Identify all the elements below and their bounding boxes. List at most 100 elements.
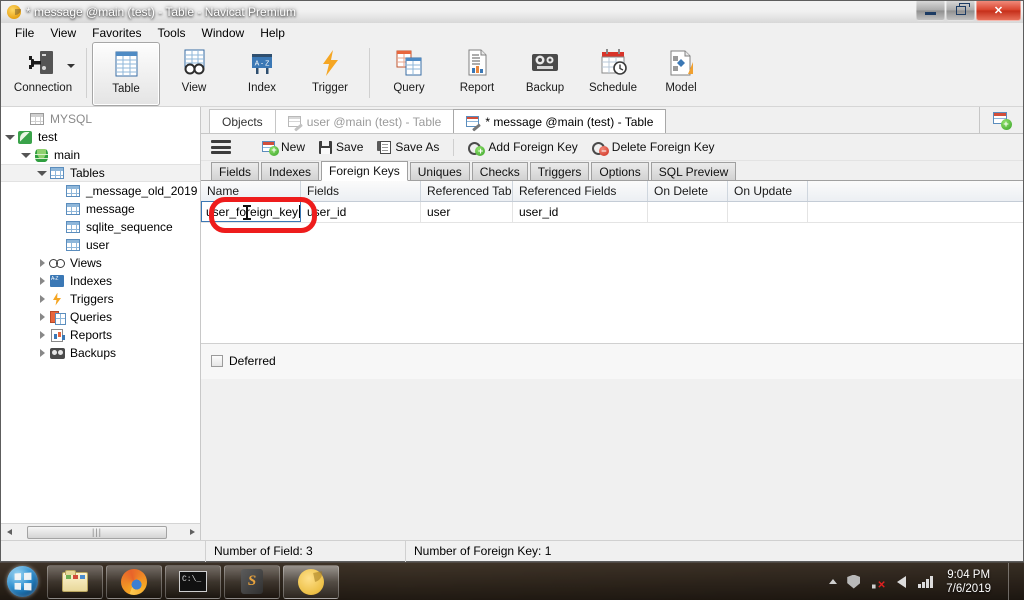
delete-foreign-key-button[interactable]: − Delete Foreign Key	[585, 138, 722, 156]
sidebar-horizontal-scrollbar[interactable]: |||	[1, 523, 200, 540]
minimize-icon	[925, 12, 936, 15]
taskbar-navicat[interactable]	[283, 564, 339, 599]
referenced-table-cell[interactable]: user	[421, 202, 513, 222]
security-shield-icon[interactable]	[846, 574, 861, 589]
toolbar-divider	[453, 138, 455, 156]
menu-favorites[interactable]: Favorites	[84, 24, 149, 42]
volume-icon[interactable]	[894, 574, 909, 589]
menu-file[interactable]: File	[7, 24, 42, 42]
tab-foreign-keys[interactable]: Foreign Keys	[321, 161, 408, 181]
column-header-name[interactable]: Name	[201, 181, 301, 201]
save-button[interactable]: Save	[312, 138, 370, 156]
sidebar-item-reports[interactable]: Reports	[1, 326, 200, 344]
menu-help[interactable]: Help	[252, 24, 293, 42]
tab-options[interactable]: Options	[591, 162, 649, 181]
sidebar-item-message-old-2019[interactable]: _message_old_2019	[1, 182, 200, 200]
tab-sql-preview[interactable]: SQL Preview	[650, 162, 737, 181]
scrollbar-track[interactable]: |||	[17, 524, 184, 540]
network-disconnected-icon[interactable]	[870, 574, 885, 591]
twisty-open[interactable]	[3, 134, 17, 140]
twisty-closed[interactable]	[35, 331, 49, 339]
toolbar-model[interactable]: Model	[647, 42, 715, 106]
tab-triggers[interactable]: Triggers	[529, 162, 590, 181]
toolbar-backup[interactable]: Backup	[511, 42, 579, 106]
menu-view[interactable]: View	[42, 24, 84, 42]
show-desktop-button[interactable]	[1008, 562, 1018, 600]
chevron-down-icon[interactable]	[67, 64, 75, 68]
column-header-referenced-table[interactable]: Referenced Tabl	[421, 181, 513, 201]
sidebar-item-views[interactable]: Views	[1, 254, 200, 272]
toolbar-view[interactable]: View	[160, 42, 228, 106]
twisty-closed[interactable]	[35, 277, 49, 285]
twisty-open[interactable]	[35, 170, 49, 176]
restore-button[interactable]	[946, 1, 975, 21]
close-button[interactable]: ✕	[976, 1, 1021, 21]
signal-icon[interactable]	[918, 574, 933, 589]
sidebar-item-user[interactable]: user	[1, 236, 200, 254]
tab-fields[interactable]: Fields	[211, 162, 260, 181]
show-hidden-icons[interactable]	[829, 579, 838, 584]
add-foreign-key-icon: +	[468, 141, 486, 156]
sidebar-item-test[interactable]: test	[1, 128, 200, 146]
deferred-checkbox[interactable]	[211, 355, 223, 367]
screen: * message @main (test) - Table - Navicat…	[0, 0, 1024, 600]
tab-uniques[interactable]: Uniques	[409, 162, 470, 181]
column-header-on-delete[interactable]: On Delete	[648, 181, 728, 201]
toolbar-query[interactable]: Query	[375, 42, 443, 106]
sidebar-item-sqlite-sequence[interactable]: sqlite_sequence	[1, 218, 200, 236]
tab-user-table[interactable]: user @main (test) - Table	[274, 109, 455, 133]
twisty-closed[interactable]	[35, 349, 49, 357]
toolbar-schedule[interactable]: Schedule	[579, 42, 647, 106]
taskbar-command-prompt[interactable]	[165, 564, 221, 599]
start-button[interactable]	[0, 564, 44, 600]
schedule-icon	[598, 47, 628, 79]
table-row[interactable]: user_foreign_key user_id user user_id	[201, 201, 1023, 223]
scrollbar-thumb[interactable]: |||	[27, 525, 167, 539]
twisty-open[interactable]	[19, 152, 33, 158]
minimize-button[interactable]	[916, 1, 945, 21]
menu-tools[interactable]: Tools	[150, 24, 194, 42]
toolbar-connection[interactable]: Connection	[5, 42, 81, 106]
sidebar-item-tables[interactable]: Tables	[1, 164, 200, 182]
toolbar-table[interactable]: Table	[92, 42, 160, 106]
taskbar-sublime-text[interactable]: S	[224, 564, 280, 599]
scroll-left-button[interactable]	[1, 524, 17, 540]
taskbar-firefox[interactable]	[106, 564, 162, 599]
sidebar-item-message[interactable]: message	[1, 200, 200, 218]
tab-checks[interactable]: Checks	[471, 162, 528, 181]
toolbar-index[interactable]: A - Z Index	[228, 42, 296, 106]
tab-objects[interactable]: Objects	[209, 109, 276, 133]
tab-indexes[interactable]: Indexes	[261, 162, 320, 181]
designer-subtabs: Fields Indexes Foreign Keys Uniques Chec…	[201, 161, 1023, 181]
title-bar[interactable]: * message @main (test) - Table - Navicat…	[1, 1, 1023, 23]
sidebar-item-mysql[interactable]: MYSQL	[1, 110, 200, 128]
on-update-cell[interactable]	[728, 202, 808, 222]
sidebar-item-triggers[interactable]: Triggers	[1, 290, 200, 308]
save-as-button[interactable]: Save As	[370, 138, 446, 156]
new-object-button[interactable]	[979, 107, 1023, 133]
menu-window[interactable]: Window	[194, 24, 253, 42]
twisty-closed[interactable]	[35, 259, 49, 267]
sidebar-item-indexes[interactable]: Indexes	[1, 272, 200, 290]
on-delete-cell[interactable]	[648, 202, 728, 222]
referenced-fields-cell[interactable]: user_id	[513, 202, 648, 222]
toolbar-report[interactable]: Report	[443, 42, 511, 106]
tab-message-table[interactable]: * message @main (test) - Table	[453, 109, 667, 133]
fields-cell[interactable]: user_id	[301, 202, 421, 222]
taskbar-clock[interactable]: 9:04 PM 7/6/2019	[942, 568, 999, 596]
column-header-fields[interactable]: Fields	[301, 181, 421, 201]
sidebar-item-main[interactable]: main	[1, 146, 200, 164]
new-button[interactable]: New	[255, 138, 312, 156]
name-cell-editor[interactable]: user_foreign_key	[201, 201, 301, 222]
scroll-right-button[interactable]	[184, 524, 200, 540]
column-header-referenced-fields[interactable]: Referenced Fields	[513, 181, 648, 201]
sidebar-item-queries[interactable]: Queries	[1, 308, 200, 326]
twisty-closed[interactable]	[35, 313, 49, 321]
add-foreign-key-button[interactable]: + Add Foreign Key	[461, 138, 584, 156]
column-header-on-update[interactable]: On Update	[728, 181, 808, 201]
taskbar-explorer[interactable]	[47, 564, 103, 599]
sidebar-item-backups[interactable]: Backups	[1, 344, 200, 362]
toolbar-trigger[interactable]: Trigger	[296, 42, 364, 106]
hamburger-icon[interactable]	[211, 139, 231, 155]
twisty-closed[interactable]	[35, 295, 49, 303]
